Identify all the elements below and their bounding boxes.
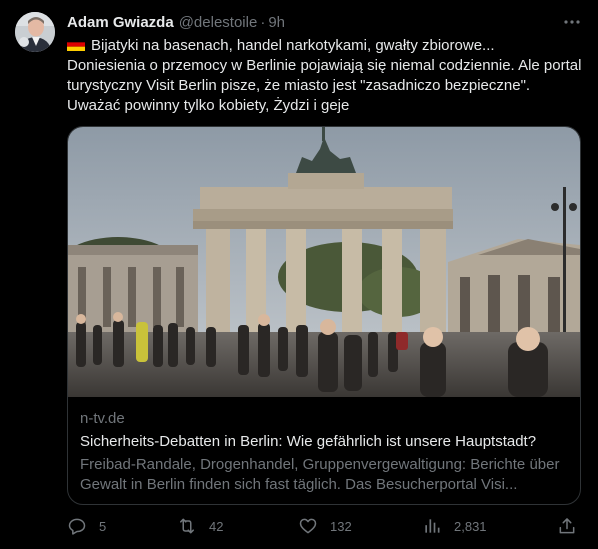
timestamp[interactable]: 9h: [268, 14, 285, 31]
separator-dot: ·: [260, 13, 266, 31]
author-name[interactable]: Adam Gwiazda: [67, 14, 174, 31]
card-image[interactable]: [68, 127, 580, 397]
like-count: 132: [330, 518, 352, 534]
avatar[interactable]: [15, 12, 55, 52]
germany-flag-icon: [67, 38, 85, 51]
tweet-text: Bijatyki na basenach, handel narkotykami…: [67, 37, 582, 114]
view-count: 2,831: [454, 518, 487, 534]
action-bar: 5 42 132 2,831: [67, 514, 581, 538]
tweet-text-block: Bijatyki na basenach, handel narkotykami…: [67, 36, 582, 116]
tweet[interactable]: Adam Gwiazda @delestoile · 9h Bijatyki n…: [0, 0, 598, 549]
views-button[interactable]: 2,831: [422, 514, 487, 538]
reply-icon: [68, 518, 86, 535]
heart-icon: [299, 518, 317, 534]
repost-count: 42: [209, 518, 224, 534]
card-title[interactable]: Sicherheits-Debatten in Berlin: Wie gefä…: [80, 432, 568, 452]
more-icon: [564, 20, 580, 24]
reply-button[interactable]: 5: [67, 514, 106, 538]
share-icon: [559, 518, 575, 534]
card-domain: n-tv.de: [80, 410, 125, 427]
share-button[interactable]: [557, 514, 577, 538]
reply-count: 5: [99, 518, 107, 534]
analytics-icon: [425, 519, 440, 533]
card-description: Freibad-Randale, Drogenhandel, Gruppenve…: [80, 456, 560, 493]
author-handle[interactable]: @delestoile: [179, 14, 258, 31]
like-button[interactable]: 132: [298, 514, 352, 538]
repost-icon: [180, 518, 194, 534]
more-options-button[interactable]: [561, 11, 583, 33]
repost-button[interactable]: 42: [177, 514, 223, 538]
link-card[interactable]: n-tv.de Sicherheits-Debatten in Berlin: …: [67, 126, 581, 505]
